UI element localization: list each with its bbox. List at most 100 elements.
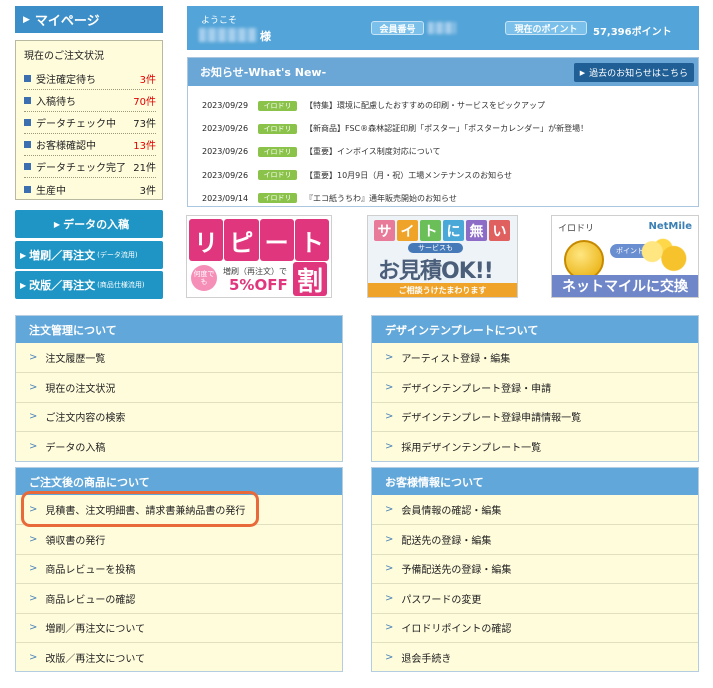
revise-reorder-sublabel: (商品仕様流用) <box>97 281 145 289</box>
panel-link-item[interactable]: > 予備配送先の登録・編集 <box>372 553 698 583</box>
panel-link-item[interactable]: > データの入稿 <box>16 431 342 460</box>
panel-link-label: イロドリポイントの確認 <box>401 624 512 636</box>
upload-data-button[interactable]: ▶ データの入稿 <box>15 210 163 238</box>
estimate-headline-char: 無 <box>466 220 487 241</box>
order-status-title: 現在のご注文状況 <box>24 51 104 62</box>
panel-link-item[interactable]: > 商品レビューの確認 <box>16 583 342 612</box>
order-status-label: 受注確定待ち <box>36 75 96 86</box>
mypage-header: ▶ マイページ <box>15 6 163 33</box>
news-text[interactable]: 【新商品】FSC®森林認証印刷「ポスター」「ポスターカレンダー」が新登場！ <box>305 123 588 134</box>
chevron-right-icon: > <box>385 563 394 575</box>
repeat-discount-banner[interactable]: リピート 何度でも 増刷（再注文）で 5%OFF 割 <box>186 215 332 298</box>
panel-link-item[interactable]: > アーティスト登録・編集 <box>372 343 698 372</box>
points-label: 現在のポイント <box>505 21 587 35</box>
panel-link-label: 会員情報の確認・編集 <box>401 506 502 518</box>
news-text[interactable]: 【特集】環境に配慮したおすすめの印刷・サービスをピックアップ <box>305 100 545 111</box>
member-number-label: 会員番号 <box>371 21 424 35</box>
coin-icon <box>564 240 604 280</box>
panel-link-item[interactable]: > デザインテンプレート登録申請情報一覧 <box>372 401 698 431</box>
design-template-panel: デザインテンプレートについて > アーティスト登録・編集 > デザインテンプレート登録… <box>371 315 699 462</box>
order-status-row[interactable]: 生産中 3件 <box>24 178 156 200</box>
panel-link-item[interactable]: > 増刷／再注文について <box>16 612 342 642</box>
news-tag: イロドリ <box>258 193 297 204</box>
panel-link-item[interactable]: > 注文履歴一覧 <box>16 343 342 372</box>
news-date: 2023/09/26 <box>202 124 249 134</box>
repeat-headline: リピート <box>189 219 329 261</box>
estimate-headline-char: に <box>443 220 464 241</box>
chevron-right-icon: > <box>29 651 38 663</box>
panel-link-item[interactable]: > 退会手続き <box>372 641 698 671</box>
panel-link-item[interactable]: > デザインテンプレート登録・申請 <box>372 372 698 401</box>
estimate-headline: サイトに無い <box>374 220 510 241</box>
welcome-greeting: ようこそ <box>201 16 238 26</box>
panel-title: お客様情報について <box>372 468 698 495</box>
order-status-count: 70件 <box>133 97 156 108</box>
panel-link-item[interactable]: > ご注文内容の検索 <box>16 401 342 431</box>
panel-link-item[interactable]: > 採用デザインテンプレート一覧 <box>372 431 698 460</box>
panel-link-label: 配送先の登録・編集 <box>401 536 492 548</box>
chevron-right-icon: > <box>385 440 394 452</box>
news-tag: イロドリ <box>258 146 297 157</box>
news-item[interactable]: 2023/09/26 イロドリ 【重要】10月9日（月・祝）工場メンテナンスのお知ら… <box>188 164 698 187</box>
customer-info-panel: お客様情報について > 会員情報の確認・編集 > 配送先の登録・編集 > 予備配送先の登録… <box>371 467 699 673</box>
panel-link-item[interactable]: > 配送先の登録・編集 <box>372 524 698 553</box>
news-item[interactable]: 2023/09/14 イロドリ 『エコ紙うちわ』通年販売開始のお知らせ <box>188 187 698 210</box>
panel-link-item[interactable]: > イロドリポイントの確認 <box>372 612 698 642</box>
news-item[interactable]: 2023/09/26 イロドリ 【新商品】FSC®森林認証印刷「ポスター」「ポスター… <box>188 117 698 140</box>
estimate-banner[interactable]: サイトに無い サービスも お見積OK!! ご相談うけたまわります <box>367 215 518 298</box>
news-item[interactable]: 2023/09/29 イロドリ 【特集】環境に配慮したおすすめの印刷・サービスをピッ… <box>188 94 698 117</box>
news-text[interactable]: 【重要】10月9日（月・祝）工場メンテナンスのお知らせ <box>305 170 512 181</box>
chevron-right-icon: > <box>29 382 38 394</box>
order-status-label: 入稿待ち <box>36 97 76 108</box>
order-status-row[interactable]: 受注確定待ち 3件 <box>24 68 156 90</box>
news-item[interactable]: 2023/09/26 イロドリ 【重要】インボイス制度対応について <box>188 140 698 163</box>
panel-link-label: データの入稿 <box>45 442 106 454</box>
netmile-banner[interactable]: イロドリ NetMile ポイントを ネットマイルに交換 <box>551 215 699 298</box>
panel-link-label: 改版／再注文について <box>45 653 146 665</box>
estimate-main-text: お見積OK!! <box>378 259 494 284</box>
past-news-link[interactable]: ▶ 過去のお知らせはこちら <box>573 63 694 82</box>
panel-link-label: 領収書の発行 <box>45 536 106 548</box>
news-tag: イロドリ <box>258 123 297 134</box>
square-bullet-icon <box>24 75 31 82</box>
news-text[interactable]: 【重要】インボイス制度対応について <box>305 146 441 157</box>
chevron-right-icon: > <box>385 534 394 546</box>
chevron-right-icon: > <box>29 622 38 634</box>
estimate-subtext: サービスも <box>408 243 463 253</box>
panel-link-item[interactable]: > 現在の注文状況 <box>16 372 342 401</box>
repeat-headline-char: リ <box>189 219 224 261</box>
square-bullet-icon <box>24 97 31 104</box>
panel-link-label: アーティスト登録・編集 <box>401 354 511 366</box>
honorific: 様 <box>260 30 271 43</box>
news-list: 2023/09/29 イロドリ 【特集】環境に配慮したおすすめの印刷・サービスをピッ… <box>188 86 698 210</box>
news-title: お知らせ-What's New- <box>200 66 327 79</box>
revise-reorder-label: 改版／再注文 <box>29 279 96 292</box>
chevron-right-icon: > <box>385 622 394 634</box>
order-status-row[interactable]: 入稿待ち 70件 <box>24 90 156 112</box>
revise-reorder-button[interactable]: ▶ 改版／再注文 (商品仕様流用) <box>15 271 163 299</box>
news-text[interactable]: 『エコ紙うちわ』通年販売開始のお知らせ <box>305 193 457 204</box>
panel-link-item[interactable]: > 会員情報の確認・編集 <box>372 495 698 524</box>
order-status-row[interactable]: データチェック完了 21件 <box>24 156 156 178</box>
order-status-row[interactable]: お客様確認中 13件 <box>24 134 156 156</box>
chevron-right-icon: > <box>29 534 38 546</box>
chevron-right-icon: > <box>385 592 394 604</box>
panel-link-item[interactable]: > パスワードの変更 <box>372 583 698 612</box>
order-status-count: 13件 <box>133 141 156 152</box>
chevron-right-icon: > <box>385 504 394 516</box>
order-status-box: 現在のご注文状況 受注確定待ち 3件 入稿待ち 70件 データチェック中 73件 お客様確認… <box>15 40 163 200</box>
square-bullet-icon <box>24 163 31 170</box>
order-status-label: データチェック完了 <box>36 163 126 174</box>
order-status-count: 73件 <box>133 119 156 130</box>
order-status-count: 3件 <box>139 185 156 197</box>
order-status-row[interactable]: データチェック中 73件 <box>24 112 156 134</box>
panel-link-item[interactable]: > 改版／再注文について <box>16 641 342 671</box>
panel-link-item[interactable]: > 領収書の発行 <box>16 524 342 553</box>
panel-link-item[interactable]: > 商品レビューを投稿 <box>16 553 342 583</box>
news-header: お知らせ-What's New- ▶ 過去のお知らせはこちら <box>188 58 698 86</box>
order-status-label: データチェック中 <box>36 119 116 130</box>
order-status-label: お客様確認中 <box>36 141 96 152</box>
chevron-right-icon: > <box>29 592 38 604</box>
panel-link-item[interactable]: > 見積書、注文明細書、請求書兼納品書の発行 <box>16 495 342 524</box>
reprint-data-button[interactable]: ▶ 増刷／再注文 (データ流用) <box>15 241 163 269</box>
